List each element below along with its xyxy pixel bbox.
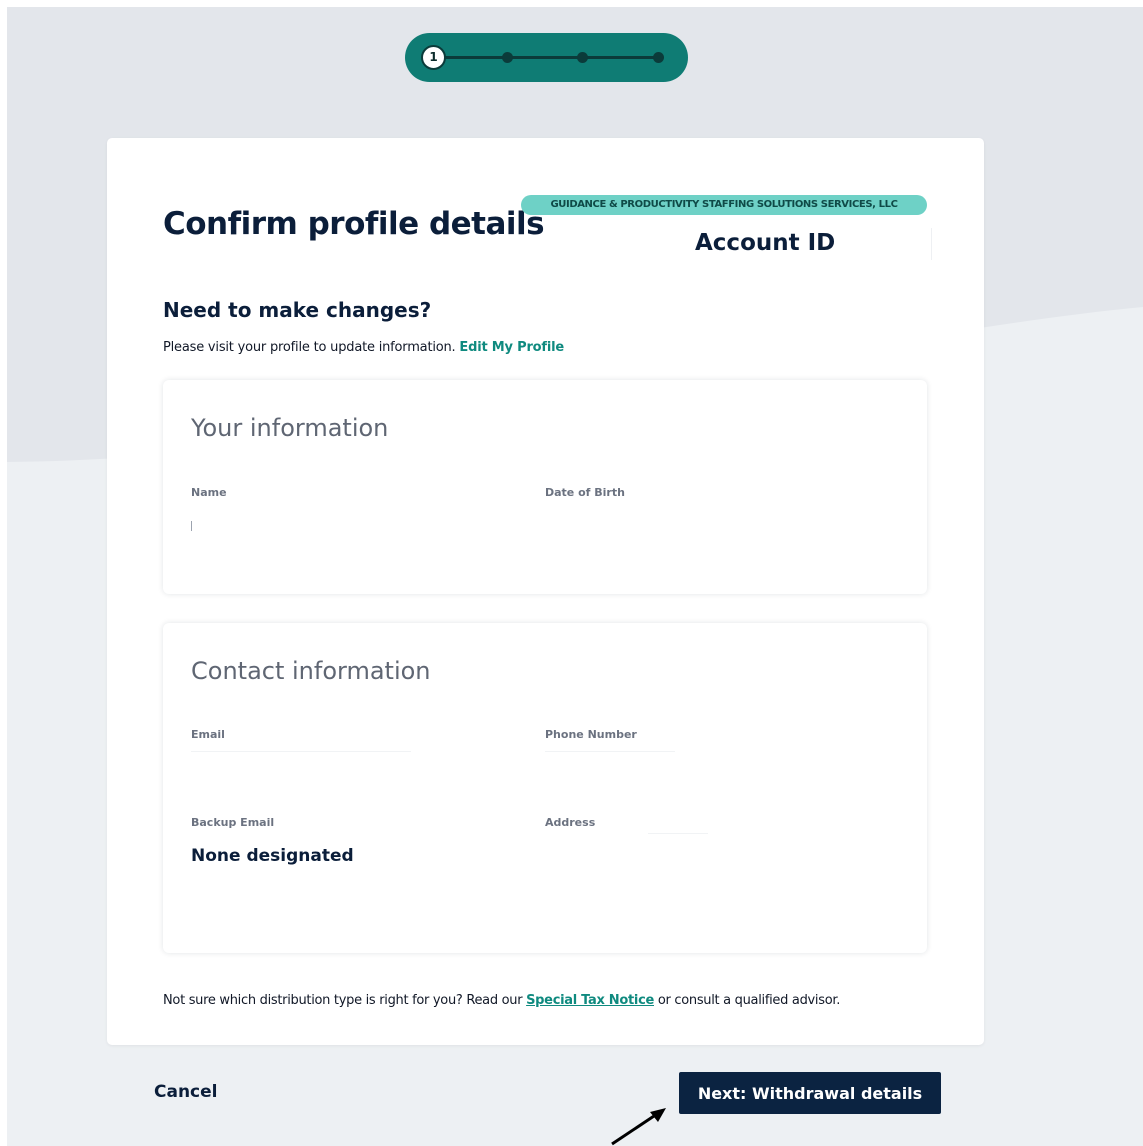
your-information-section: Your information Name Date of Birth: [163, 380, 927, 594]
step-1-active: 1: [421, 45, 446, 70]
company-badge: GUIDANCE & PRODUCTIVITY STAFFING SOLUTIO…: [521, 195, 927, 215]
address-value-placeholder: [648, 833, 708, 834]
tax-note-text: Not sure which distribution type is righ…: [163, 993, 523, 1008]
changes-heading: Need to make changes?: [163, 298, 432, 322]
edit-profile-link[interactable]: Edit My Profile: [459, 340, 564, 355]
page-background: 1 Confirm profile details GUIDANCE & PRO…: [7, 7, 1143, 1146]
step-2-dot: [502, 52, 513, 63]
pointer-arrow-icon: [611, 1108, 666, 1146]
dob-label: Date of Birth: [545, 486, 625, 499]
stepper-track: [433, 56, 661, 59]
progress-stepper: 1: [405, 33, 688, 82]
backup-email-value: None designated: [191, 846, 354, 866]
tax-note-text-end: or consult a qualified advisor.: [657, 993, 841, 1008]
changes-text: Please visit your profile to update info…: [163, 340, 564, 355]
email-value-placeholder: [191, 751, 411, 752]
account-id-label: Account ID: [695, 230, 836, 256]
page-title: Confirm profile details: [163, 206, 545, 242]
contact-information-section: Contact information Email Phone Number B…: [163, 623, 927, 953]
section-title: Your information: [191, 414, 389, 442]
phone-value-placeholder: [545, 751, 675, 752]
section-title: Contact information: [191, 657, 431, 685]
name-value-placeholder: [191, 521, 192, 531]
step-3-dot: [577, 52, 588, 63]
special-tax-notice-link[interactable]: Special Tax Notice: [526, 993, 654, 1008]
address-label: Address: [545, 816, 596, 829]
step-4-dot: [653, 52, 664, 63]
name-label: Name: [191, 486, 227, 499]
cancel-button[interactable]: Cancel: [154, 1082, 217, 1102]
backup-email-label: Backup Email: [191, 816, 275, 829]
tax-note: Not sure which distribution type is righ…: [163, 993, 840, 1008]
divider: [931, 228, 932, 260]
phone-label: Phone Number: [545, 728, 637, 741]
email-label: Email: [191, 728, 225, 741]
changes-description: Please visit your profile to update info…: [163, 340, 456, 355]
profile-card: Confirm profile details GUIDANCE & PRODU…: [107, 138, 984, 1045]
next-withdrawal-details-button[interactable]: Next: Withdrawal details: [679, 1072, 941, 1114]
